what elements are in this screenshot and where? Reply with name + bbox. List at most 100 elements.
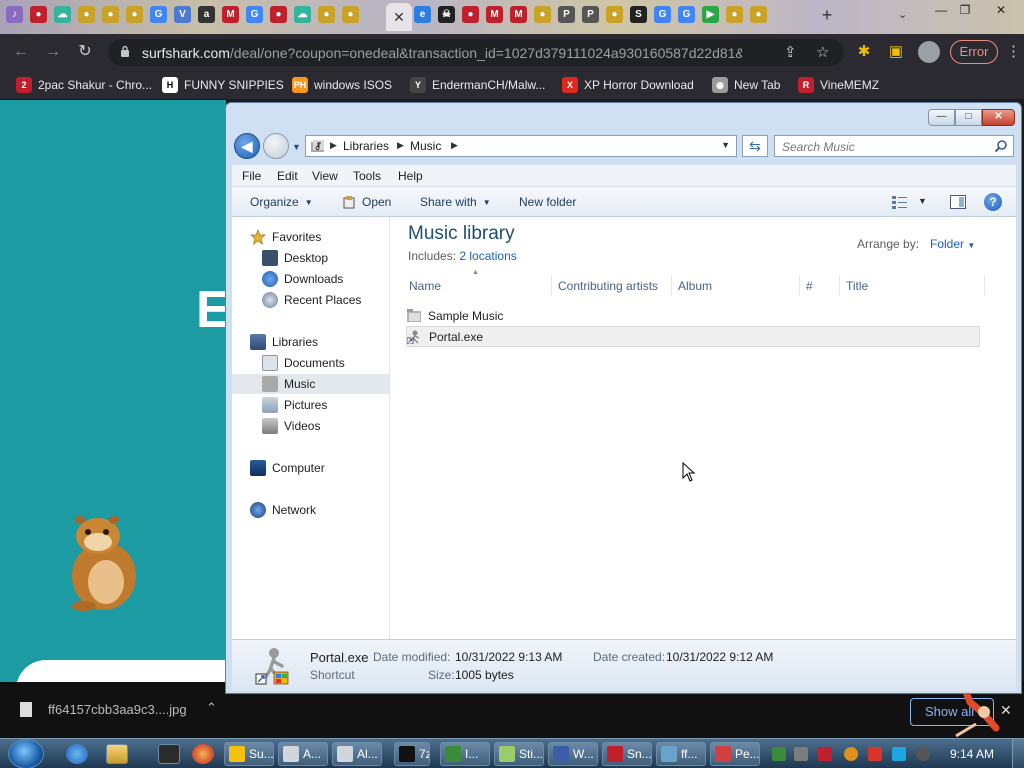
nav-desktop[interactable]: Desktop: [262, 248, 328, 268]
column-divider[interactable]: [551, 275, 552, 295]
breadcrumb-arrow-icon[interactable]: ▶: [451, 140, 458, 151]
new-tab-button[interactable]: +: [818, 6, 836, 24]
column-divider[interactable]: [984, 275, 985, 295]
column-title[interactable]: Title: [846, 279, 868, 293]
red-icon[interactable]: ●: [30, 6, 47, 23]
taskbar-button[interactable]: 7z: [394, 742, 430, 766]
file-row-sample-music[interactable]: Sample Music: [406, 305, 980, 326]
back-button[interactable]: ◀: [234, 133, 260, 159]
taskbar-clock[interactable]: 9:14 AM: [950, 747, 994, 761]
file-row-portal-exe[interactable]: Portal.exe: [406, 326, 980, 347]
s-icon[interactable]: S: [630, 6, 647, 23]
taskbar-button[interactable]: Al...: [332, 742, 382, 766]
taskbar-button[interactable]: ff...: [656, 742, 706, 766]
bookmark-item[interactable]: Y EndermanCH/Malw...: [410, 76, 545, 94]
refresh-icon[interactable]: ⇆: [742, 135, 768, 157]
browser-close-button[interactable]: ✕: [990, 2, 1012, 18]
browser-minimize-button[interactable]: —: [930, 2, 952, 18]
search-input[interactable]: Search Music: [774, 135, 1014, 157]
gold-icon[interactable]: ●: [78, 6, 95, 23]
explorer-pinned-icon[interactable]: [106, 744, 128, 764]
breadcrumb-arrow-icon[interactable]: ▶: [397, 140, 404, 151]
nav-computer[interactable]: Computer: [250, 458, 325, 478]
preview-pane-icon[interactable]: [950, 195, 966, 209]
cloud-icon[interactable]: ☁: [54, 6, 71, 23]
bookmark-item[interactable]: PH windows ISOS: [292, 76, 392, 94]
mcafee-icon[interactable]: M: [222, 6, 239, 23]
bookmark-item[interactable]: H FUNNY SNIPPIES: [162, 76, 284, 94]
new-folder-button[interactable]: New folder: [519, 195, 576, 209]
media-player-pinned-icon[interactable]: [158, 744, 180, 764]
column-divider[interactable]: [671, 275, 672, 295]
share-icon[interactable]: ⇪: [784, 43, 797, 61]
reload-icon[interactable]: ↻: [74, 42, 96, 62]
arrange-by-dropdown[interactable]: Folder ▼: [930, 237, 975, 251]
breadcrumb-music[interactable]: Music: [410, 139, 441, 153]
red-icon[interactable]: ●: [270, 6, 287, 23]
taskbar-button[interactable]: A...: [278, 742, 328, 766]
share-with-button[interactable]: Share with ▼: [420, 195, 491, 209]
tray-display-icon[interactable]: [892, 747, 906, 761]
column-divider[interactable]: [799, 275, 800, 295]
menu-file[interactable]: File: [242, 169, 261, 183]
gold-icon[interactable]: ●: [534, 6, 551, 23]
nav-documents[interactable]: Documents: [262, 353, 345, 373]
taskbar-button[interactable]: Pe...: [710, 742, 760, 766]
cloud-icon[interactable]: ☁: [294, 6, 311, 23]
forward-button[interactable]: [263, 133, 289, 159]
skull-icon[interactable]: ☠: [438, 6, 455, 23]
gold-icon[interactable]: ●: [750, 6, 767, 23]
bookmark-item[interactable]: X XP Horror Download: [562, 76, 694, 94]
breadcrumb-libraries[interactable]: Libraries: [343, 139, 389, 153]
bookmark-star-icon[interactable]: ☆: [816, 43, 829, 61]
breadcrumb-arrow-icon[interactable]: ▶: [330, 140, 337, 151]
gold-icon[interactable]: ●: [726, 6, 743, 23]
view-dropdown-icon[interactable]: ▼: [918, 196, 927, 206]
forward-arrow-icon[interactable]: →: [42, 42, 64, 62]
taskbar-button[interactable]: Sti...: [494, 742, 544, 766]
taskbar-button[interactable]: I...: [440, 742, 490, 766]
ipc-icon[interactable]: P: [558, 6, 575, 23]
tray-volume-icon[interactable]: [916, 747, 930, 761]
edge-icon[interactable]: e: [414, 6, 431, 23]
menu-view[interactable]: View: [312, 169, 338, 183]
nav-downloads[interactable]: Downloads: [262, 269, 343, 289]
menu-tools[interactable]: Tools: [353, 169, 381, 183]
taskbar-button[interactable]: Sn...: [602, 742, 652, 766]
menu-edit[interactable]: Edit: [277, 169, 298, 183]
nav-videos[interactable]: Videos: [262, 416, 320, 436]
gold-icon[interactable]: ●: [126, 6, 143, 23]
google-icon[interactable]: G: [246, 6, 263, 23]
close-button[interactable]: ✕: [982, 109, 1015, 126]
gold-icon[interactable]: ●: [606, 6, 623, 23]
tray-flag-icon[interactable]: [868, 747, 882, 761]
bookmark-item[interactable]: R VineMEMZ: [798, 76, 879, 94]
back-arrow-icon[interactable]: ←: [10, 42, 32, 62]
bookmark-item[interactable]: 2 2pac Shakur - Chro...: [16, 76, 152, 94]
red-icon[interactable]: ●: [462, 6, 479, 23]
mcafee-icon[interactable]: M: [510, 6, 527, 23]
browser-menu-icon[interactable]: ⋮: [1006, 42, 1021, 60]
organize-button[interactable]: Organize ▼: [250, 195, 313, 209]
open-button[interactable]: Open: [342, 195, 391, 209]
gold-icon[interactable]: ●: [102, 6, 119, 23]
menu-help[interactable]: Help: [398, 169, 423, 183]
play-icon[interactable]: ▶: [702, 6, 719, 23]
help-icon[interactable]: ?: [984, 193, 1002, 211]
mcafee-icon[interactable]: M: [486, 6, 503, 23]
download-item[interactable]: ff64157cbb3aa9c3....jpg: [20, 702, 187, 717]
extensions-puzzle-icon[interactable]: ✱: [854, 42, 874, 62]
tray-mcafee-icon[interactable]: [818, 747, 832, 761]
maximize-button[interactable]: □: [955, 109, 982, 126]
change-view-icon[interactable]: [892, 195, 908, 209]
column-divider[interactable]: [839, 275, 840, 295]
taskbar-button[interactable]: Su...: [224, 742, 274, 766]
library-locations-link[interactable]: 2 locations: [459, 249, 516, 263]
v-icon[interactable]: V: [174, 6, 191, 23]
active-tab-close-button[interactable]: ✕: [386, 3, 412, 31]
explorer-address-bar[interactable]: ▶ Libraries ▶ Music ▶ ▼: [305, 135, 737, 157]
column-contributing-artists[interactable]: Contributing artists: [558, 279, 658, 293]
tray-network-icon[interactable]: [772, 747, 786, 761]
show-desktop-button[interactable]: [1012, 739, 1024, 768]
recent-pages-dropdown-icon[interactable]: ▼: [292, 142, 301, 152]
